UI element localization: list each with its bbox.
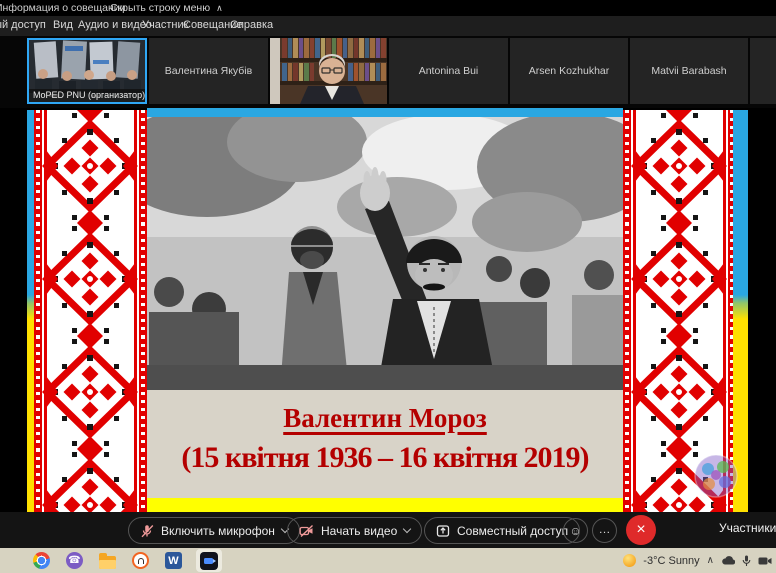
- video-off-icon: [299, 524, 314, 538]
- menu-share[interactable]: Совместный доступ: [0, 19, 46, 31]
- app-menubar: Совместный доступ Вид Аудио и видео Учас…: [0, 16, 776, 36]
- chevron-down-icon[interactable]: [403, 525, 411, 533]
- participant-tile-speaker-video[interactable]: [270, 38, 387, 104]
- word-icon[interactable]: W: [164, 551, 183, 570]
- more-options-button[interactable]: …: [592, 518, 617, 543]
- chrome-icon[interactable]: [32, 551, 51, 570]
- shared-screen-stage: Валентин Мороз (15 квітня 1936 – 16 квіт…: [0, 108, 776, 512]
- meeting-info-button[interactable]: Информация о совещании: [0, 2, 125, 14]
- hide-menu-label: Скрыть строку меню: [110, 2, 210, 14]
- slide-bottom-yellow-band: [147, 498, 623, 512]
- tray-chevron-up-icon[interactable]: ∧: [707, 555, 714, 566]
- participants-label: Участники: [719, 521, 776, 535]
- menu-view[interactable]: Вид: [53, 19, 73, 31]
- embroidery-border-right: [623, 110, 733, 512]
- participant-tile-partial[interactable]: [750, 38, 776, 104]
- meeting-titlebar: Информация о совещании Скрыть строку мен…: [0, 0, 776, 16]
- tray-microphone-icon[interactable]: [742, 555, 751, 567]
- share-screen-icon: [436, 524, 450, 538]
- menu-participant[interactable]: Участник: [142, 19, 188, 31]
- zoom-app-icon[interactable]: [199, 551, 218, 570]
- smiley-icon: ☺: [569, 524, 581, 538]
- bookshelf-video: [270, 38, 387, 104]
- ellipsis-icon: …: [599, 522, 611, 536]
- participant-tile-arsen[interactable]: Arsen Kozhukhar: [510, 38, 628, 104]
- meeting-control-bar: Включить микрофон Начать видео Совместны…: [0, 512, 776, 548]
- slide-subtitle: (15 квітня 1936 – 16 квітня 2019): [147, 441, 623, 475]
- share-screen-label: Совместный доступ: [457, 524, 568, 538]
- participant-name-badge: MoPED PNU (организатор): [29, 89, 145, 102]
- chevron-up-icon: ∧: [216, 3, 223, 14]
- participant-name: Matvii Barabash: [630, 38, 748, 104]
- participant-tile-antonina[interactable]: Antonina Bui: [389, 38, 508, 104]
- zoom-meeting-window: Информация о совещании Скрыть строку мен…: [0, 0, 776, 573]
- system-tray: -3°C Sunny ∧: [623, 548, 776, 573]
- moroz-photo: [147, 117, 623, 390]
- hide-menu-button[interactable]: Скрыть строку меню ∧: [110, 2, 223, 14]
- participant-name: Antonina Bui: [389, 38, 508, 104]
- participant-tile-valentyna[interactable]: Валентина Якубів: [149, 38, 268, 104]
- participant-name: Валентина Якубів: [149, 38, 268, 104]
- embroidery-border-left: [34, 110, 147, 512]
- participants-panel-button[interactable]: Участники: [714, 521, 776, 535]
- participant-name: Arsen Kozhukhar: [510, 38, 628, 104]
- menu-help[interactable]: Справка: [230, 19, 273, 31]
- openvpn-icon[interactable]: [131, 551, 150, 570]
- viber-icon[interactable]: ☎: [65, 551, 84, 570]
- unmute-button[interactable]: Включить микрофон: [128, 517, 300, 544]
- share-screen-button[interactable]: Совместный доступ: [424, 517, 580, 544]
- slide-center: Валентин Мороз (15 квітня 1936 – 16 квіт…: [147, 108, 623, 512]
- slide-top-blue-band: [147, 108, 623, 117]
- participant-tile-moped-pnu[interactable]: MoPED PNU (организатор): [27, 38, 147, 104]
- start-video-button[interactable]: Начать видео: [287, 517, 422, 544]
- onedrive-cloud-icon[interactable]: [721, 555, 735, 566]
- unmute-label: Включить микрофон: [161, 524, 275, 538]
- participant-name: MoPED PNU (организатор): [33, 90, 145, 100]
- flag-stripe-right: [733, 110, 748, 512]
- start-video-label: Начать видео: [321, 524, 397, 538]
- weather-sun-icon[interactable]: [623, 554, 636, 567]
- flag-stripe-left: [27, 110, 34, 512]
- slide-title: Валентин Мороз: [147, 403, 623, 434]
- tray-camera-icon[interactable]: [758, 556, 772, 566]
- file-explorer-icon[interactable]: [98, 551, 117, 570]
- leave-meeting-button[interactable]: ×: [626, 515, 656, 545]
- reactions-button[interactable]: ☺: [563, 518, 588, 543]
- windows-taskbar: ☎ W -3°C Sunny ∧: [0, 548, 776, 573]
- weather-text[interactable]: -3°C Sunny: [643, 555, 699, 567]
- colorful-sticker-overlay: [694, 454, 738, 498]
- participants-strip: MoPED PNU (организатор) Валентина Якубів: [0, 36, 776, 108]
- slide-title-area: Валентин Мороз (15 квітня 1936 – 16 квіт…: [147, 390, 623, 498]
- mic-muted-icon: [140, 524, 154, 538]
- close-icon: ×: [636, 521, 645, 539]
- participant-tile-matvii[interactable]: Matvii Barabash: [630, 38, 748, 104]
- menu-audio-video[interactable]: Аудио и видео: [78, 19, 152, 31]
